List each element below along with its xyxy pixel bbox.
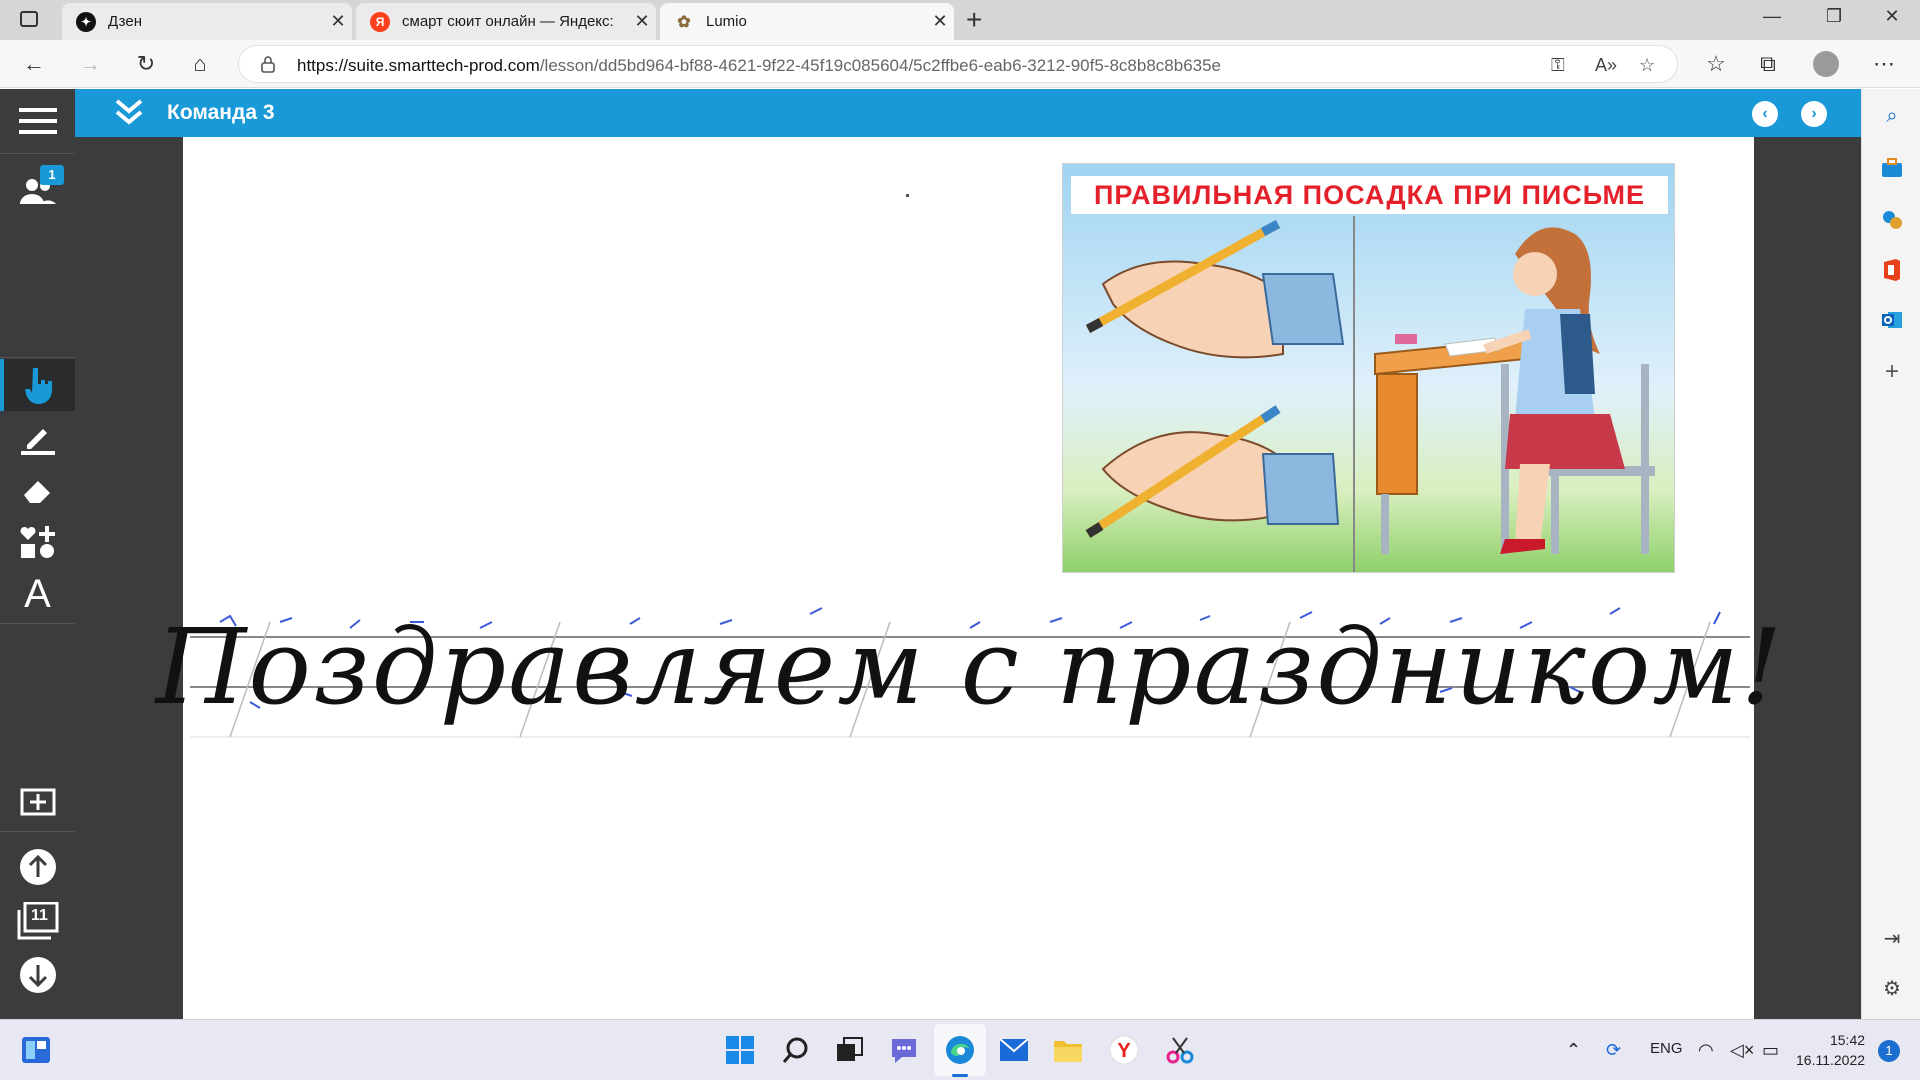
poster-title: ПРАВИЛЬНАЯ ПОСАДКА ПРИ ПИСЬМЕ	[1071, 176, 1668, 214]
back-icon[interactable]: ←	[18, 48, 50, 80]
yandex-browser-icon[interactable]: Y	[1108, 1034, 1140, 1066]
url-path: /lesson/dd5bd964-bf88-4621-9f22-45f19c08…	[539, 56, 1222, 75]
close-icon[interactable]: ✕	[926, 11, 954, 32]
girl-at-desk-illustration	[1374, 227, 1655, 554]
edge-sidebar: ⌕ + ⇥ ⚙	[1861, 89, 1920, 1019]
participants-button[interactable]: 1	[0, 165, 75, 215]
key-icon[interactable]: ⚿	[1551, 55, 1565, 76]
system-clock[interactable]: 15:42 16.11.2022	[1796, 1030, 1865, 1070]
menu-icon[interactable]	[0, 103, 75, 139]
clock-date: 16.11.2022	[1796, 1052, 1866, 1068]
minimize-icon[interactable]: —	[1752, 6, 1792, 27]
settings-gear-icon[interactable]: ⚙	[1879, 975, 1905, 1001]
url-host: https://suite.smarttech-prod.com	[297, 56, 540, 75]
wifi-icon[interactable]: ◠	[1698, 1040, 1714, 1061]
participants-count-badge: 1	[40, 165, 64, 185]
double-chevron-down-icon[interactable]	[113, 97, 145, 127]
tools-icon[interactable]	[1879, 207, 1905, 233]
start-icon[interactable]	[724, 1034, 756, 1066]
lumio-icon: ✿	[677, 13, 691, 31]
tab-title: Lumio	[706, 13, 747, 30]
writing-posture-poster[interactable]: ПРАВИЛЬНАЯ ПОСАДКА ПРИ ПИСЬМЕ	[1062, 163, 1675, 573]
volume-muted-icon[interactable]: ◁×	[1730, 1040, 1754, 1061]
url-text: https://suite.smarttech-prod.com/lesson/…	[297, 56, 1221, 76]
text-tool[interactable]: A	[0, 571, 75, 617]
url-field[interactable]: https://suite.smarttech-prod.com/lesson/…	[238, 45, 1678, 83]
search-icon[interactable]: ⌕	[1879, 103, 1905, 129]
hands-with-pencil-illustration	[1085, 220, 1345, 538]
lumio-header: Команда 3 ‹ ›	[75, 89, 1861, 137]
add-icon[interactable]: +	[1879, 358, 1905, 385]
dzen-icon: ✦	[76, 11, 96, 32]
add-content-tool[interactable]	[0, 519, 75, 565]
tab-actions-icon[interactable]	[20, 11, 38, 27]
arrow-up-icon	[19, 849, 56, 885]
eraser-icon	[23, 481, 50, 503]
forward-icon[interactable]: →	[74, 48, 106, 80]
sync-icon[interactable]: ⟳	[1606, 1040, 1621, 1061]
task-view-icon[interactable]	[834, 1034, 866, 1066]
next-page-icon[interactable]: ›	[1801, 101, 1827, 127]
tray-overflow-icon[interactable]: ⌃	[1566, 1040, 1581, 1061]
lock-icon[interactable]	[261, 55, 275, 73]
shopping-icon[interactable]	[1879, 155, 1905, 181]
address-bar-row: ← → ↻ ⌂ https://suite.smarttech-prod.com…	[0, 40, 1920, 88]
tab-yandex[interactable]: Я смарт сюит онлайн — Яндекс: ✕	[356, 3, 656, 40]
shapes-icon	[19, 526, 55, 558]
pointer-hand-icon	[24, 368, 52, 404]
edge-browser-icon[interactable]	[944, 1034, 976, 1066]
collections-icon[interactable]: ⧉	[1752, 48, 1784, 80]
tab-title: Дзен	[108, 13, 142, 30]
handwriting-text: Поздравляем с праздником!	[155, 606, 1785, 728]
favorites-icon[interactable]: ☆	[1700, 48, 1732, 80]
svg-text:Y: Y	[1117, 1040, 1131, 1062]
language-indicator[interactable]: ENG	[1650, 1040, 1683, 1057]
arrow-down-icon	[19, 957, 56, 993]
hide-sidebar-icon[interactable]: ⇥	[1879, 925, 1905, 951]
taskbar-search-icon[interactable]	[780, 1034, 812, 1066]
pen-tool[interactable]	[0, 415, 75, 461]
widgets-icon[interactable]	[20, 1034, 52, 1066]
refresh-icon[interactable]: ↻	[130, 48, 162, 80]
new-tab-button[interactable]: +	[966, 4, 982, 36]
restore-icon[interactable]: ❐	[1814, 6, 1854, 27]
page-up-button[interactable]	[0, 845, 75, 889]
close-icon[interactable]: ✕	[324, 11, 352, 32]
pen-icon	[20, 429, 55, 455]
team-title: Команда 3	[167, 101, 275, 124]
tab-title: смарт сюит онлайн — Яндекс:	[402, 13, 614, 30]
snipping-tool-icon[interactable]	[1164, 1034, 1196, 1066]
file-explorer-icon[interactable]	[1052, 1034, 1084, 1066]
mail-icon[interactable]	[998, 1034, 1030, 1066]
teams-chat-icon[interactable]	[888, 1034, 920, 1066]
office-icon[interactable]	[1879, 257, 1905, 283]
read-aloud-icon[interactable]: A»	[1595, 55, 1617, 76]
windows-taskbar: Y ⌃ ⟳ ENG ◠ ◁× ▭ 15:42 16.11.2022 1	[0, 1019, 1920, 1080]
eraser-tool[interactable]	[0, 467, 75, 513]
page-down-button[interactable]	[0, 953, 75, 997]
select-tool[interactable]	[0, 359, 75, 411]
add-favorite-icon[interactable]: ☆	[1639, 55, 1655, 76]
page-count: 11	[31, 907, 48, 924]
previous-page-icon[interactable]: ‹	[1752, 101, 1778, 127]
clock-time: 15:42	[1829, 1032, 1866, 1048]
lumio-left-toolbar: 1 A 11	[0, 89, 75, 1019]
add-page-icon	[20, 788, 55, 816]
home-icon[interactable]: ⌂	[184, 48, 216, 80]
profile-avatar-icon[interactable]	[1810, 48, 1842, 80]
battery-icon[interactable]: ▭	[1762, 1040, 1779, 1061]
text-a-icon: A	[24, 571, 51, 616]
tab-dzen[interactable]: ✦ Дзен ✕	[62, 3, 352, 40]
yandex-icon: Я	[370, 11, 390, 32]
handwriting-strip[interactable]: Поздравляем с праздником!	[155, 592, 1785, 742]
page-sorter-button[interactable]: 11	[0, 897, 75, 945]
browser-tab-strip: ✦ Дзен ✕ Я смарт сюит онлайн — Яндекс: ✕…	[0, 0, 1920, 40]
more-menu-icon[interactable]: ⋯	[1868, 48, 1900, 80]
close-icon[interactable]: ✕	[628, 11, 656, 32]
tab-lumio[interactable]: ✿ Lumio ✕	[660, 3, 954, 40]
notification-badge[interactable]: 1	[1878, 1040, 1900, 1062]
outlook-icon[interactable]	[1879, 307, 1905, 333]
add-page-button[interactable]	[0, 779, 75, 825]
window-close-icon[interactable]: ✕	[1872, 6, 1912, 27]
